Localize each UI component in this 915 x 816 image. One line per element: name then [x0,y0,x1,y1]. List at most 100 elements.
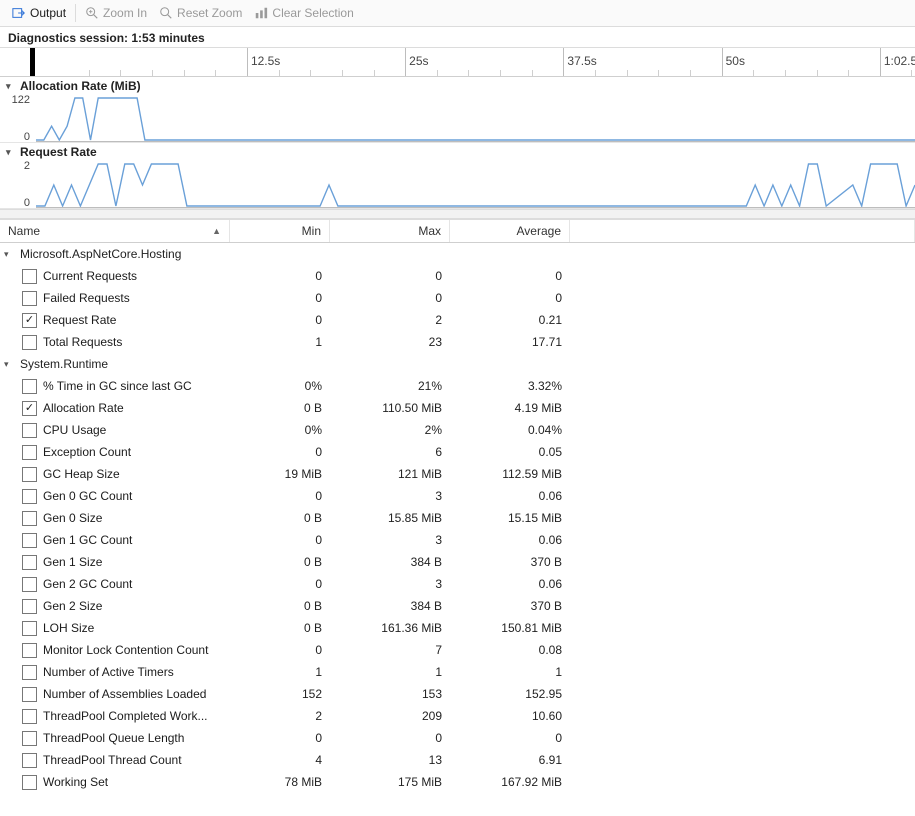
grid-counter-row[interactable]: Request Rate020.21 [0,309,915,331]
ruler-minor-tick [658,70,660,76]
clear-selection-button[interactable]: Clear Selection [248,4,359,22]
grid-counter-row[interactable]: GC Heap Size19 MiB121 MiB112.59 MiB [0,463,915,485]
counter-min: 0 [230,533,330,547]
grid-counter-row[interactable]: Gen 2 GC Count030.06 [0,573,915,595]
counter-checkbox[interactable] [22,269,37,284]
counter-avg: 0.21 [450,313,570,327]
counter-max: 161.36 MiB [330,621,450,635]
counter-min: 4 [230,753,330,767]
clear-selection-icon [254,6,268,20]
counter-checkbox[interactable] [22,665,37,680]
col-avg[interactable]: Average [450,220,570,242]
counter-checkbox[interactable] [22,775,37,790]
timeline-ruler[interactable]: 12.5s25s37.5s50s1:02.5min [0,47,915,77]
counter-avg: 370 B [450,599,570,613]
grid-counter-row[interactable]: Gen 1 Size0 B384 B370 B [0,551,915,573]
col-name[interactable]: Name ▲ [0,220,230,242]
ruler-minor-tick [468,70,470,76]
counter-min: 0 [230,577,330,591]
counter-checkbox[interactable] [22,753,37,768]
chart-canvas[interactable]: 1220 [36,95,915,142]
counter-name: Failed Requests [43,291,130,305]
grid-counter-row[interactable]: Number of Active Timers111 [0,661,915,683]
ruler-minor-tick [279,70,281,76]
counter-name: LOH Size [43,621,94,635]
chart-title[interactable]: ▾Request Rate [0,143,915,161]
grid-counter-row[interactable]: Allocation Rate0 B110.50 MiB4.19 MiB [0,397,915,419]
counter-checkbox[interactable] [22,379,37,394]
grid-counter-row[interactable]: Total Requests12317.71 [0,331,915,353]
counter-min: 0 [230,731,330,745]
reset-zoom-button[interactable]: Reset Zoom [153,4,248,22]
counter-checkbox[interactable] [22,687,37,702]
counter-checkbox[interactable] [22,621,37,636]
grid-counter-row[interactable]: ThreadPool Queue Length000 [0,727,915,749]
counter-checkbox[interactable] [22,489,37,504]
counter-checkbox[interactable] [22,731,37,746]
counter-checkbox[interactable] [22,445,37,460]
grid-counter-row[interactable]: % Time in GC since last GC0%21%3.32% [0,375,915,397]
grid-counter-row[interactable]: CPU Usage0%2%0.04% [0,419,915,441]
counter-max: 3 [330,577,450,591]
output-button[interactable]: Output [6,4,72,22]
counter-checkbox[interactable] [22,401,37,416]
counter-max: 6 [330,445,450,459]
grid-counter-row[interactable]: ThreadPool Completed Work...220910.60 [0,705,915,727]
timeline-caret[interactable] [30,48,35,76]
grid-group-row[interactable]: ▾System.Runtime [0,353,915,375]
counter-checkbox[interactable] [22,533,37,548]
counter-checkbox[interactable] [22,511,37,526]
chart-canvas[interactable]: 20 [36,161,915,208]
ruler-minor-tick [500,70,502,76]
col-max[interactable]: Max [330,220,450,242]
chart-yaxis: 1220 [2,95,32,141]
counter-min: 0 [230,643,330,657]
grid-counter-row[interactable]: Monitor Lock Contention Count070.08 [0,639,915,661]
counter-avg: 0.06 [450,533,570,547]
counter-name: Gen 2 GC Count [43,577,132,591]
grid-counter-row[interactable]: Gen 1 GC Count030.06 [0,529,915,551]
counter-min: 0 B [230,599,330,613]
grid-counter-row[interactable]: Working Set78 MiB175 MiB167.92 MiB [0,771,915,793]
counter-checkbox[interactable] [22,335,37,350]
grid-counter-row[interactable]: Gen 0 GC Count030.06 [0,485,915,507]
counter-checkbox[interactable] [22,313,37,328]
counter-checkbox[interactable] [22,577,37,592]
grid-counter-row[interactable]: Failed Requests000 [0,287,915,309]
sort-asc-icon: ▲ [212,226,221,236]
zoom-in-button[interactable]: Zoom In [79,4,153,22]
chart-line [36,161,915,207]
grid-counter-row[interactable]: Exception Count060.05 [0,441,915,463]
col-min-label: Min [302,224,321,238]
counter-name: Gen 1 Size [43,555,102,569]
counter-max: 175 MiB [330,775,450,789]
counter-checkbox[interactable] [22,643,37,658]
counter-checkbox[interactable] [22,555,37,570]
counter-avg: 0.06 [450,489,570,503]
chart-title[interactable]: ▾Allocation Rate (MiB) [0,77,915,95]
grid-counter-row[interactable]: Gen 0 Size0 B15.85 MiB15.15 MiB [0,507,915,529]
ruler-major-tick [405,48,407,76]
counter-checkbox[interactable] [22,291,37,306]
grid-counter-row[interactable]: Number of Assemblies Loaded152153152.95 [0,683,915,705]
counter-min: 19 MiB [230,467,330,481]
grid-counter-row[interactable]: Current Requests000 [0,265,915,287]
counter-min: 1 [230,335,330,349]
counter-avg: 370 B [450,555,570,569]
col-min[interactable]: Min [230,220,330,242]
counter-checkbox[interactable] [22,423,37,438]
grid-counter-row[interactable]: Gen 2 Size0 B384 B370 B [0,595,915,617]
counter-checkbox[interactable] [22,599,37,614]
grid-counter-row[interactable]: LOH Size0 B161.36 MiB150.81 MiB [0,617,915,639]
grid-body: ▾Microsoft.AspNetCore.HostingCurrent Req… [0,243,915,793]
grid-group-row[interactable]: ▾Microsoft.AspNetCore.Hosting [0,243,915,265]
ruler-minor-tick [627,70,629,76]
counter-max: 153 [330,687,450,701]
toolbar-separator [75,4,76,22]
ruler-minor-tick [374,70,376,76]
counter-checkbox[interactable] [22,467,37,482]
counter-checkbox[interactable] [22,709,37,724]
counter-max: 110.50 MiB [330,401,450,415]
grid-counter-row[interactable]: ThreadPool Thread Count4136.91 [0,749,915,771]
counter-min: 2 [230,709,330,723]
